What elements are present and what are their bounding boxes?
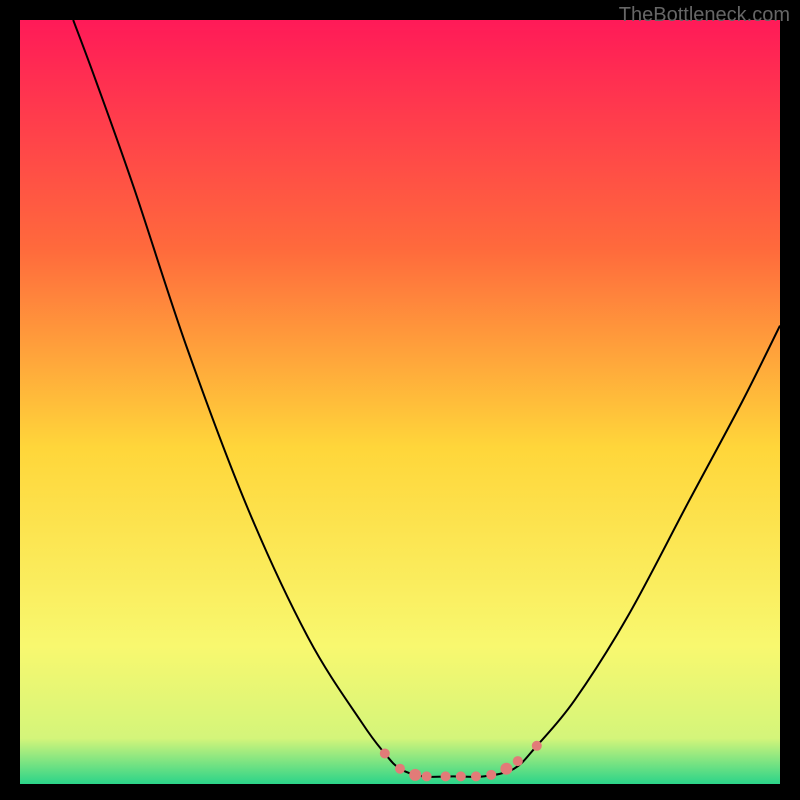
curve-marker <box>532 741 542 751</box>
curve-marker <box>500 763 512 775</box>
curve-marker <box>441 771 451 781</box>
curve-marker <box>513 756 523 766</box>
curve-marker <box>471 771 481 781</box>
chart-container: TheBottleneck.com <box>0 0 800 800</box>
curve-marker <box>380 748 390 758</box>
curve-marker <box>409 769 421 781</box>
curve-marker <box>422 771 432 781</box>
gradient-background <box>20 20 780 784</box>
curve-marker <box>486 770 496 780</box>
chart-svg <box>20 20 780 784</box>
curve-marker <box>395 764 405 774</box>
watermark-text: TheBottleneck.com <box>619 4 790 27</box>
curve-marker <box>456 771 466 781</box>
plot-area <box>20 20 780 784</box>
